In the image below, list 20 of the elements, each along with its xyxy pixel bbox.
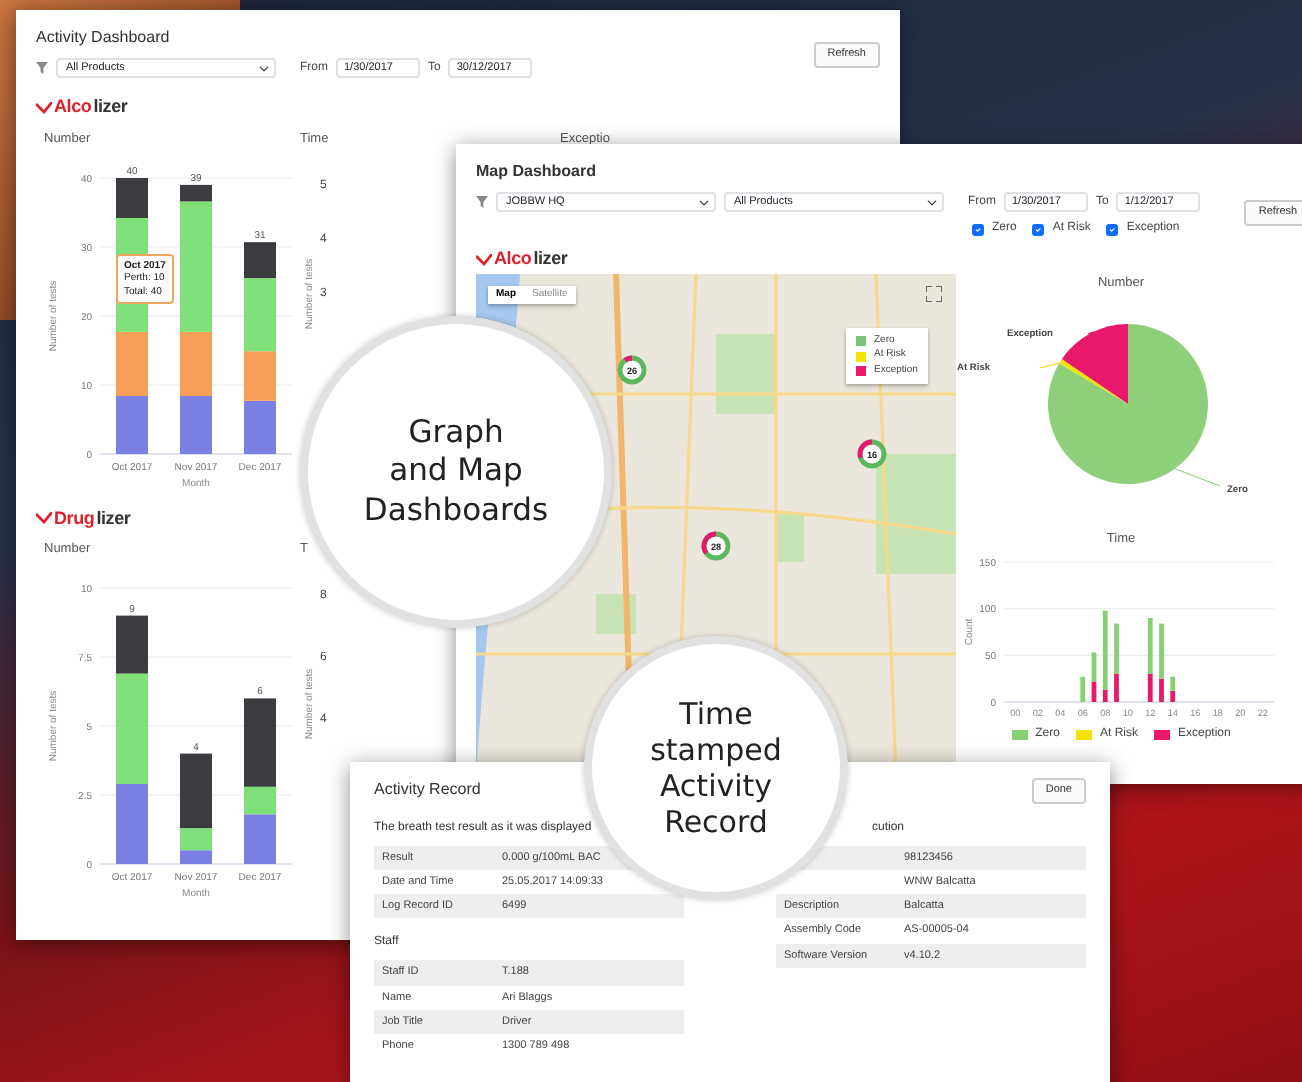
checkbox[interactable] — [1106, 223, 1119, 235]
checkbox[interactable] — [1032, 223, 1045, 235]
legend-swatch — [1011, 729, 1028, 739]
window-title: Activity Record — [374, 778, 481, 803]
bar-segment — [1080, 675, 1086, 701]
bar-segment — [244, 399, 276, 453]
bar-segment — [180, 395, 212, 453]
legend-swatch — [1075, 729, 1092, 739]
bar-segment — [116, 395, 148, 453]
fullscreen-icon — [926, 285, 942, 302]
product-logo: Alcolizer — [476, 246, 568, 273]
filter-icon — [476, 196, 488, 208]
window-title: Map Dashboard — [476, 160, 599, 184]
legend-swatch — [1154, 729, 1170, 739]
bar-segment — [116, 783, 148, 864]
checkbox[interactable] — [972, 223, 984, 235]
product-logo: Druglizer — [36, 505, 131, 532]
filter-icon — [36, 62, 48, 74]
window-title: Activity Dashboard — [36, 26, 172, 50]
product-logo: Alcolizer — [36, 94, 128, 121]
